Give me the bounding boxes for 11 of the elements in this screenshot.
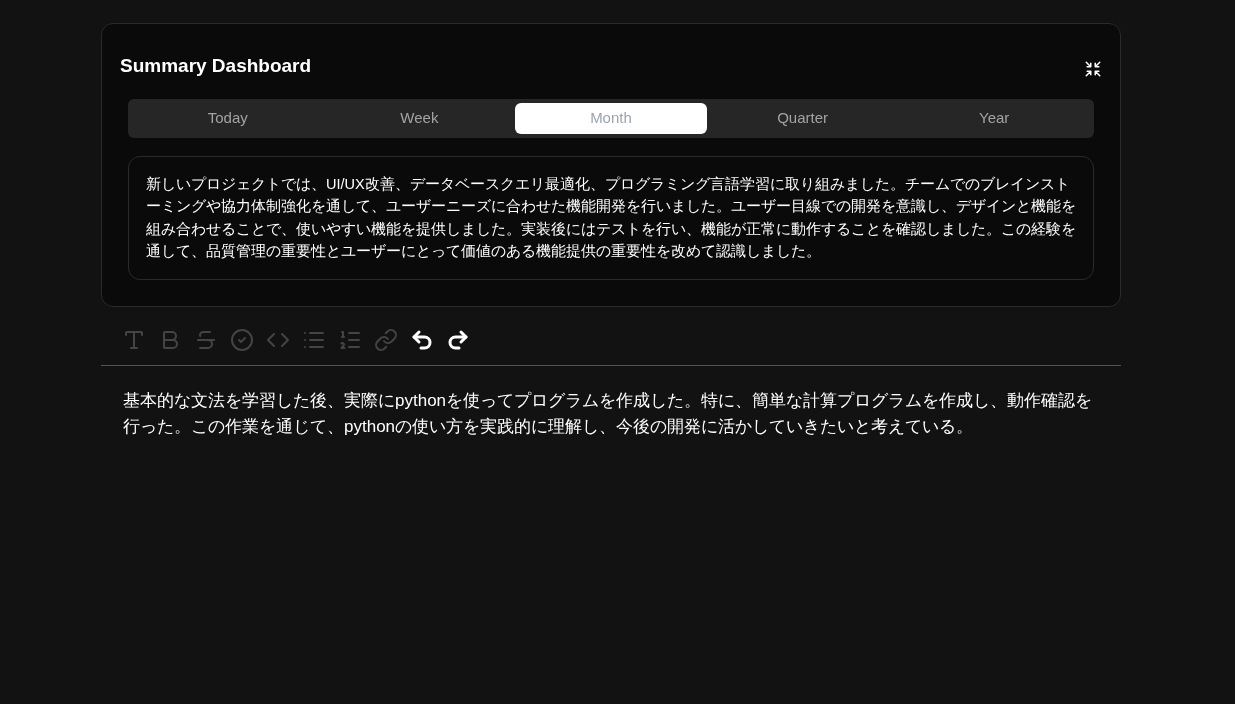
summary-text: 新しいプロジェクトでは、UI/UX改善、データベースクエリ最適化、プログラミング言語学習に取り組みました。チームでのブレインストーミングや協力体制強化を通して、ユーザーニーズに合わせた機能開発を行いました。ユーザー目線での開発を意識し、デザインと機能を組み合わせることで、使いやすい機能を提供しました。実装後にはテストを行い、機能が正常に動作することを確認しました。この経験を通して、品質管理の重要性とユーザーにとって価値のある機能提供の重要性を改めて認識しました。 <box>146 174 1076 261</box>
shrink-icon <box>1084 60 1102 78</box>
link-icon <box>374 327 398 352</box>
period-tab[interactable]: Year <box>898 102 1090 134</box>
editor-text: 基本的な文法を学習した後、実際にpythonを使ってプログラムを作成した。特に、簡単な計算プログラムを作成し、動作確認を行った。この作業を通じて、pythonの使い方を実践的に理解し、今後の開発に活かしていきたいと考えている。 <box>122 389 1094 438</box>
period-tab[interactable]: Today <box>132 102 324 134</box>
period-tab[interactable]: Week <box>323 102 516 134</box>
check-circle-icon <box>230 327 254 352</box>
collapse-button[interactable] <box>1084 60 1102 78</box>
card-title: Summary Dashboard <box>120 54 312 78</box>
period-tab[interactable]: Quarter <box>706 102 899 134</box>
